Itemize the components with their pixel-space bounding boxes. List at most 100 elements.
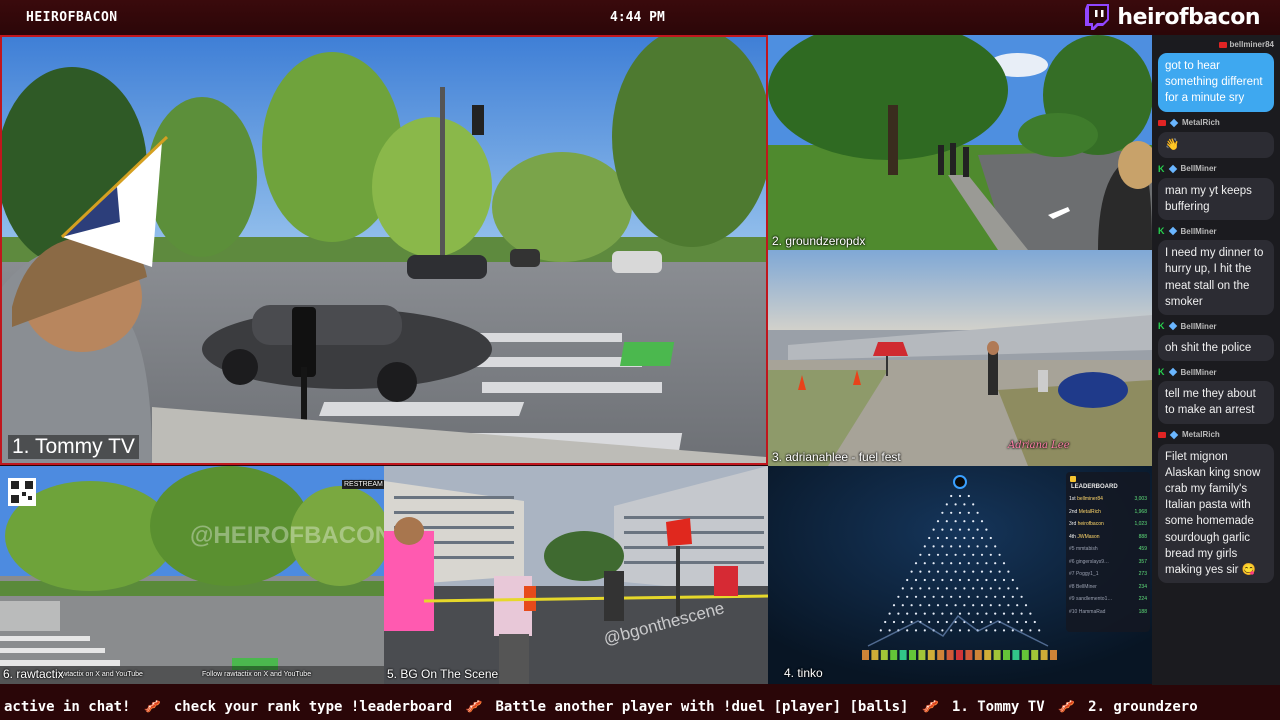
chat-username-text: BellMiner: [1180, 164, 1217, 174]
plinko-peg: [989, 553, 992, 556]
kick-badge-icon: K: [1158, 367, 1165, 378]
plinko-peg: [985, 629, 988, 632]
plinko-bucket: [1012, 650, 1020, 660]
plinko-peg: [1016, 604, 1019, 607]
plinko-peg: [976, 595, 979, 598]
leaderboard-name: MetalRich: [1078, 508, 1101, 515]
plinko-peg: [941, 562, 944, 565]
leaderboard-rank: #7: [1069, 571, 1076, 577]
plinko-peg: [989, 570, 992, 573]
bacon-icon: 🥓: [921, 699, 939, 715]
plinko-peg: [1011, 629, 1014, 632]
plinko-bucket: [918, 650, 926, 660]
stream-panel-6[interactable]: @HEIROFBACON RESTREAM rawtactix on X and…: [0, 466, 384, 684]
plinko-peg: [914, 578, 918, 582]
chat-message: got to hear something different for a mi…: [1152, 53, 1280, 112]
leaderboard-row: #10 HammaRad 188: [1069, 609, 1147, 622]
leaderboard-row: 2nd MetalRich 1,968: [1069, 509, 1147, 522]
plinko-peg: [976, 545, 979, 548]
plinko-peg: [923, 545, 926, 548]
plinko-peg: [1038, 629, 1041, 632]
plinko-peg: [963, 604, 966, 607]
plinko-peg: [901, 587, 904, 590]
plinko-peg: [906, 629, 909, 632]
plinko-peg: [958, 612, 962, 615]
plinko-bucket: [956, 650, 963, 660]
leaderboard-rank: 1st: [1069, 496, 1078, 502]
stream-panel-4[interactable]: LEADERBOARD 1st bellminer84 3,003 2nd Meta…: [768, 466, 1152, 684]
plinko-peg: [932, 528, 935, 531]
stream-label-5: 5. BG On The Scene: [387, 667, 499, 681]
plinko-peg: [950, 511, 953, 514]
plinko-peg: [945, 520, 948, 523]
stream-video-3: [768, 250, 1152, 466]
plinko-peg: [914, 629, 918, 632]
plinko-peg: [989, 604, 992, 607]
plinko-peg: [985, 595, 988, 598]
stream-panel-1[interactable]: 1. Tommy TV: [0, 35, 768, 465]
leaderboard-name: mmtabish: [1075, 546, 1098, 552]
plinko-peg: [950, 545, 953, 548]
stream-panel-3[interactable]: Adriana Lee 3. adrianahlee - fuel fest: [768, 250, 1152, 466]
plinko-peg: [1029, 612, 1032, 615]
youtube-badge-icon: [1158, 119, 1166, 126]
ticker-item: 1. Tommy TV: [951, 699, 1045, 715]
stream-label-1: 1. Tommy TV: [8, 435, 139, 459]
stream-panel-5[interactable]: @bgonthescene 5. BG On The Scene: [384, 466, 768, 684]
plinko-peg: [972, 620, 975, 624]
plinko-peg: [967, 494, 970, 498]
plinko-peg: [936, 587, 940, 590]
stream-video-6: [0, 466, 384, 684]
chat-panel[interactable]: bellminer84 got to hear something differ…: [1152, 35, 1280, 685]
leaderboard-rank: #5: [1069, 546, 1076, 552]
stream-panel-2[interactable]: 2. groundzeropdx: [768, 35, 1152, 250]
chat-username-text: MetalRich: [1182, 430, 1220, 440]
leaderboard-row: #8 BellMiner 234: [1069, 584, 1147, 597]
chat-username: bellminer84: [1152, 35, 1280, 51]
plinko-bucket: [993, 650, 1001, 660]
plinko-peg: [1007, 620, 1010, 624]
plinko-peg: [919, 587, 922, 590]
plinko-peg: [928, 553, 931, 556]
plinko-peg: [906, 578, 909, 582]
plinko-peg: [954, 570, 957, 573]
plinko-peg: [967, 562, 970, 565]
chat-message: K BellMiner oh shit the police: [1152, 319, 1280, 362]
leaderboard-rank: #6: [1069, 558, 1076, 565]
plinko-peg: [972, 503, 975, 506]
plinko-peg: [914, 612, 918, 615]
chat-username: K BellMiner: [1158, 162, 1274, 176]
plinko-peg: [941, 612, 944, 615]
plinko-peg: [950, 629, 953, 632]
plinko-peg: [945, 553, 948, 556]
top-bar: HEIROFBACON 4:44 PM heirofbacon: [0, 0, 1280, 36]
plinko-peg: [884, 620, 887, 624]
plinko-peg: [923, 612, 926, 615]
plinko-peg: [967, 612, 970, 615]
plinko-peg: [1007, 604, 1010, 607]
plinko-peg: [950, 528, 953, 531]
leaderboard-score: 459: [1138, 546, 1147, 552]
stream-label-3: 3. adrianahlee - fuel fest: [772, 450, 901, 464]
plinko-peg: [1016, 587, 1019, 590]
plinko-peg: [945, 587, 948, 590]
plinko-peg: [985, 545, 988, 548]
plinko-peg: [994, 545, 997, 548]
leaderboard-score: 1,023: [1134, 521, 1147, 527]
diamond-icon: [1169, 430, 1179, 439]
ticker-item: active in chat!: [4, 699, 131, 715]
plinko-peg: [910, 604, 913, 607]
plinko-bucket: [899, 650, 907, 660]
plinko-bucket: [1003, 650, 1010, 660]
chat-username: MetalRich: [1158, 116, 1274, 130]
plinko-peg: [989, 536, 992, 540]
plinko-peg: [928, 587, 931, 590]
plinko-peg: [963, 587, 966, 590]
chat-message-text: tell me they about to make an arrest: [1158, 381, 1274, 424]
chat-message: K BellMiner man my yt keeps buffering: [1152, 162, 1280, 221]
plinko-peg: [1020, 595, 1023, 598]
plinko-peg: [985, 562, 988, 565]
plinko-peg: [923, 578, 926, 582]
stream-label-2: 2. groundzeropdx: [772, 234, 866, 248]
plinko-peg: [914, 562, 918, 565]
